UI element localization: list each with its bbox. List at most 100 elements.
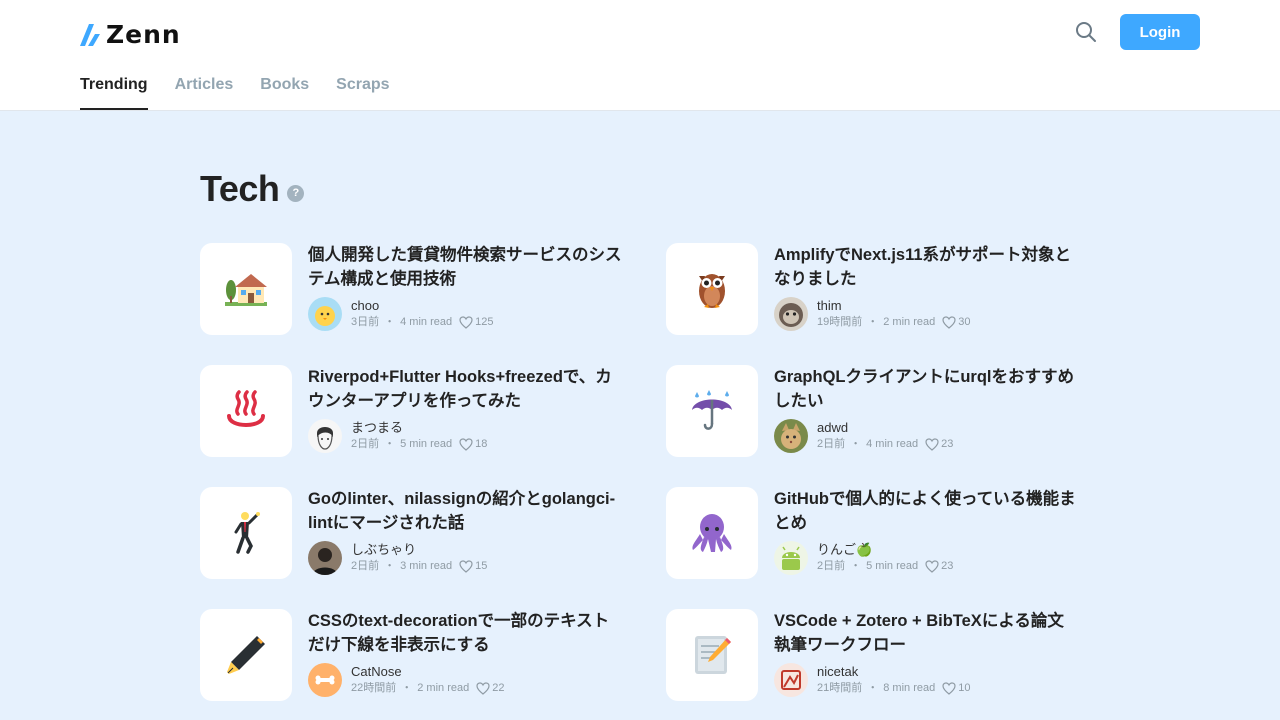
memo-icon bbox=[695, 636, 731, 674]
article-stats: 21時間前・ 8 min read 10 bbox=[817, 680, 971, 696]
avatar[interactable] bbox=[308, 663, 342, 697]
umbrella-with-rain-icon bbox=[692, 390, 732, 430]
article-card: Goのlinter、nilassignの紹介とgolangci-lintにマージ… bbox=[200, 487, 666, 579]
read-time: 2 min read bbox=[417, 682, 470, 694]
published-time: 2日前 bbox=[351, 438, 380, 450]
likes: 125 bbox=[459, 314, 493, 330]
article-card: GraphQLクライアントにurqlをおすすめしたい adwd 2日前 ・ 4 … bbox=[666, 365, 1080, 457]
likes: 22 bbox=[476, 680, 504, 696]
article-title[interactable]: Riverpod+Flutter Hooks+freezedで、カウンターアプリ… bbox=[308, 365, 624, 413]
article-stats: 2日前・ 5 min read 23 bbox=[817, 558, 954, 574]
fountain-pen-icon bbox=[227, 636, 265, 674]
article-emoji[interactable] bbox=[200, 609, 292, 701]
author-name[interactable]: choo bbox=[351, 298, 493, 314]
tab-books[interactable]: Books bbox=[260, 66, 309, 110]
published-time: 2日前 bbox=[351, 560, 380, 572]
author-name[interactable]: まつまる bbox=[351, 420, 487, 436]
man-dancing-icon bbox=[234, 512, 260, 554]
article-emoji[interactable] bbox=[666, 365, 758, 457]
article-stats: 19時間前・ 2 min read 30 bbox=[817, 315, 971, 329]
article-emoji[interactable] bbox=[666, 243, 758, 335]
article-stats: 3日前・ 4 min read 125 bbox=[351, 314, 494, 330]
help-icon[interactable]: ? bbox=[287, 184, 305, 202]
likes-count: 30 bbox=[958, 316, 971, 328]
avatar[interactable] bbox=[774, 297, 808, 331]
article-stats: 22時間前・ 2 min read 22 bbox=[351, 680, 505, 696]
yellow-chick-avatar-icon bbox=[308, 297, 342, 331]
tab-trending[interactable]: Trending bbox=[80, 66, 148, 110]
published-time: 19時間前 bbox=[817, 316, 863, 328]
author-name[interactable]: しぶちゃり bbox=[351, 542, 487, 558]
author-name[interactable]: りんご🍏 bbox=[817, 542, 953, 558]
likes-count: 22 bbox=[492, 682, 505, 694]
article-emoji[interactable] bbox=[666, 487, 758, 579]
article-title[interactable]: CSSのtext-decorationで一部のテキストだけ下線を非表示にする bbox=[308, 609, 624, 657]
likes-count: 23 bbox=[941, 438, 954, 450]
published-time: 22時間前 bbox=[351, 682, 397, 694]
tab-articles[interactable]: Articles bbox=[175, 66, 234, 110]
article-title[interactable]: AmplifyでNext.js11系がサポート対象となりました bbox=[774, 243, 1080, 291]
search-icon bbox=[1076, 22, 1096, 42]
author-name[interactable]: nicetak bbox=[817, 664, 970, 680]
article-emoji[interactable] bbox=[200, 365, 292, 457]
likes: 23 bbox=[925, 558, 953, 574]
article-card: Riverpod+Flutter Hooks+freezedで、カウンターアプリ… bbox=[200, 365, 666, 457]
author-name[interactable]: thim bbox=[817, 298, 970, 314]
android-robot-avatar-icon bbox=[774, 541, 808, 575]
published-time: 2日前 bbox=[817, 560, 846, 572]
article-card: CSSのtext-decorationで一部のテキストだけ下線を非表示にする C… bbox=[200, 609, 666, 701]
read-time: 4 min read bbox=[400, 316, 453, 328]
likes-count: 10 bbox=[958, 682, 971, 694]
site-header: Zenn Login Trending Articles Books Scrap… bbox=[0, 0, 1280, 111]
article-title[interactable]: VSCode + Zotero + BibTeXによる論文執筆ワークフロー bbox=[774, 609, 1080, 657]
article-title[interactable]: GitHubで個人的によく使っている機能まとめ bbox=[774, 487, 1080, 535]
orange-bone-avatar-icon bbox=[308, 663, 342, 697]
article-title[interactable]: 個人開発した賃貸物件検索サービスのシステム構成と使用技術 bbox=[308, 243, 624, 291]
avatar[interactable] bbox=[308, 297, 342, 331]
octopus-icon bbox=[692, 514, 732, 552]
article-card: AmplifyでNext.js11系がサポート対象となりました thim 19時… bbox=[666, 243, 1080, 335]
zenn-logo-icon bbox=[80, 23, 100, 46]
article-emoji[interactable] bbox=[200, 487, 292, 579]
avatar[interactable] bbox=[308, 541, 342, 575]
article-stats: 2日前・ 3 min read 15 bbox=[351, 559, 488, 573]
article-emoji[interactable] bbox=[666, 609, 758, 701]
login-button[interactable]: Login bbox=[1120, 14, 1200, 50]
gray-monkey-avatar-icon bbox=[774, 297, 808, 331]
read-time: 5 min read bbox=[866, 560, 919, 572]
article-title[interactable]: GraphQLクライアントにurqlをおすすめしたい bbox=[774, 365, 1080, 413]
author-name[interactable]: adwd bbox=[817, 420, 953, 436]
tab-scraps[interactable]: Scraps bbox=[336, 66, 389, 110]
article-title[interactable]: Goのlinter、nilassignの紹介とgolangci-lintにマージ… bbox=[308, 487, 624, 535]
heart-icon bbox=[942, 681, 956, 695]
heart-icon bbox=[925, 437, 939, 451]
read-time: 8 min read bbox=[883, 682, 936, 694]
section-heading: Tech ? bbox=[200, 168, 305, 210]
avatar[interactable] bbox=[774, 663, 808, 697]
likes: 10 bbox=[942, 680, 970, 696]
likes: 18 bbox=[459, 436, 487, 452]
owl-icon bbox=[699, 274, 725, 308]
article-emoji[interactable] bbox=[200, 243, 292, 335]
likes-count: 15 bbox=[475, 560, 488, 572]
published-time: 2日前 bbox=[817, 438, 846, 450]
heart-icon bbox=[459, 315, 473, 329]
article-card: VSCode + Zotero + BibTeXによる論文執筆ワークフロー ni… bbox=[666, 609, 1080, 701]
avatar[interactable] bbox=[774, 419, 808, 453]
published-time: 3日前 bbox=[351, 316, 380, 328]
cat-photo-avatar-icon bbox=[774, 419, 808, 453]
article-card: 個人開発した賃貸物件検索サービスのシステム構成と使用技術 choo 3日前・ 4 … bbox=[200, 243, 666, 335]
avatar[interactable] bbox=[774, 541, 808, 575]
read-time: 5 min read bbox=[400, 438, 453, 450]
article-list: 個人開発した賃貸物件検索サービスのシステム構成と使用技術 choo 3日前・ 4 … bbox=[200, 243, 1080, 701]
read-time: 4 min read bbox=[866, 438, 919, 450]
sketch-face-avatar-icon bbox=[308, 419, 342, 453]
heart-icon bbox=[942, 315, 956, 329]
article-stats: 2日前・ 5 min read 18 bbox=[351, 436, 488, 452]
zenn-logo[interactable]: Zenn bbox=[80, 20, 181, 49]
article-stats: 2日前・ 4 min read 23 bbox=[817, 437, 954, 451]
avatar[interactable] bbox=[308, 419, 342, 453]
read-time: 2 min read bbox=[883, 316, 936, 328]
author-name[interactable]: CatNose bbox=[351, 664, 504, 680]
search-button[interactable] bbox=[1075, 21, 1097, 43]
